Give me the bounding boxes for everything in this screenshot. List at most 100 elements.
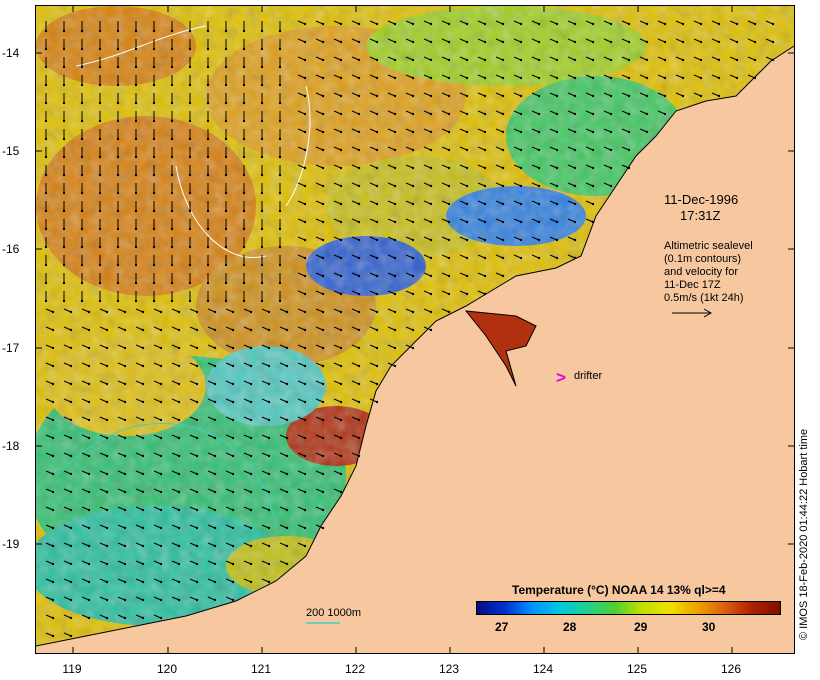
- velocity-vector-head: [69, 418, 73, 422]
- colorbar-tick: 27: [495, 620, 509, 634]
- velocity-vector-head: [44, 299, 48, 303]
- velocity-vector-head: [195, 598, 199, 602]
- velocity-vector-head: [285, 508, 289, 512]
- velocity-vector-head: [69, 598, 73, 602]
- velocity-vector-head: [519, 94, 523, 98]
- velocity-vector-head: [87, 526, 91, 530]
- velocity-vector-head: [339, 130, 343, 134]
- velocity-vector-head: [98, 47, 102, 51]
- velocity-vector-head: [116, 209, 120, 213]
- velocity-vector-head: [555, 256, 559, 260]
- velocity-vector-head: [134, 281, 138, 285]
- velocity-vector-head: [393, 184, 397, 188]
- velocity-vector-head: [249, 472, 253, 476]
- velocity-vector-head: [627, 58, 631, 62]
- velocity-vector-head: [465, 40, 469, 44]
- velocity-vector-head: [44, 191, 48, 195]
- velocity-vector-head: [663, 40, 667, 44]
- velocity-vector-head: [411, 184, 415, 188]
- velocity-vector-head: [51, 526, 55, 530]
- velocity-vector-head: [645, 22, 649, 26]
- velocity-vector-head: [357, 94, 361, 98]
- velocity-vector-head: [195, 418, 199, 422]
- velocity-vector-head: [393, 112, 397, 116]
- velocity-vector-head: [429, 220, 433, 224]
- velocity-vector-head: [303, 184, 307, 188]
- velocity-vector-head: [170, 209, 174, 213]
- velocity-vector-head: [98, 299, 102, 303]
- velocity-vector-head: [357, 202, 361, 206]
- velocity-vector-head: [116, 281, 120, 285]
- velocity-vector-head: [411, 274, 415, 278]
- velocity-vector-head: [141, 598, 145, 602]
- velocity-vector-head: [411, 76, 415, 80]
- velocity-vector-head: [645, 112, 649, 116]
- velocity-vector-head: [105, 562, 109, 566]
- velocity-vector-head: [267, 580, 271, 584]
- velocity-vector-head: [123, 544, 127, 548]
- velocity-vector-head: [44, 155, 48, 159]
- velocity-vector-head: [393, 40, 397, 44]
- velocity-vector-head: [69, 346, 73, 350]
- velocity-vector-head: [224, 281, 228, 285]
- velocity-vector-head: [98, 119, 102, 123]
- velocity-vector-head: [303, 148, 307, 152]
- x-tick-label: 124: [532, 662, 554, 676]
- velocity-vector-head: [51, 310, 55, 314]
- velocity-vector-head: [62, 29, 66, 33]
- velocity-vector-head: [231, 400, 235, 404]
- velocity-vector-head: [411, 40, 415, 44]
- velocity-vector-head: [339, 256, 343, 260]
- velocity-vector-head: [357, 148, 361, 152]
- velocity-vector-head: [105, 454, 109, 458]
- velocity-vector-head: [87, 436, 91, 440]
- velocity-vector-head: [285, 328, 289, 332]
- velocity-vector-head: [44, 281, 48, 285]
- velocity-vector-head: [141, 364, 145, 368]
- velocity-vector-head: [69, 562, 73, 566]
- velocity-vector-head: [429, 58, 433, 62]
- velocity-vector-head: [170, 245, 174, 249]
- velocity-vector-head: [195, 508, 199, 512]
- velocity-vector-head: [717, 22, 721, 26]
- velocity-vector-head: [206, 101, 210, 105]
- velocity-vector-head: [224, 173, 228, 177]
- velocity-vector-head: [213, 328, 217, 332]
- velocity-vector-head: [123, 418, 127, 422]
- velocity-vector-head: [573, 130, 577, 134]
- velocity-vector-head: [465, 76, 469, 80]
- velocity-vector-head: [645, 130, 649, 134]
- velocity-vector-head: [555, 40, 559, 44]
- isobath-legend-line: [306, 622, 340, 624]
- velocity-vector-head: [260, 173, 264, 177]
- velocity-vector-head: [141, 544, 145, 548]
- velocity-vector-head: [51, 382, 55, 386]
- velocity-vector-head: [393, 22, 397, 26]
- velocity-vector-head: [411, 238, 415, 242]
- velocity-vector-head: [98, 101, 102, 105]
- velocity-vector-head: [69, 634, 73, 638]
- velocity-vector-head: [303, 436, 307, 440]
- velocity-vector-head: [591, 22, 595, 26]
- velocity-vector-head: [465, 148, 469, 152]
- velocity-vector-head: [51, 436, 55, 440]
- velocity-vector-head: [573, 202, 577, 206]
- velocity-vector-head: [260, 101, 264, 105]
- velocity-vector-head: [303, 202, 307, 206]
- velocity-vector-head: [267, 490, 271, 494]
- velocity-vector-head: [242, 119, 246, 123]
- imos-credit: © IMOS 18-Feb-2020 01:44:22 Hobart time: [798, 428, 810, 640]
- velocity-vector-head: [260, 209, 264, 213]
- velocity-vector-head: [177, 382, 181, 386]
- velocity-vector-head: [519, 256, 523, 260]
- velocity-vector-head: [123, 328, 127, 332]
- velocity-vector-head: [555, 184, 559, 188]
- velocity-vector-head: [321, 238, 325, 242]
- velocity-vector-head: [411, 310, 415, 314]
- velocity-vector-head: [87, 616, 91, 620]
- velocity-vector-head: [206, 65, 210, 69]
- velocity-vector-head: [152, 29, 156, 33]
- velocity-vector-head: [152, 191, 156, 195]
- velocity-vector-head: [116, 137, 120, 141]
- velocity-vector-head: [303, 238, 307, 242]
